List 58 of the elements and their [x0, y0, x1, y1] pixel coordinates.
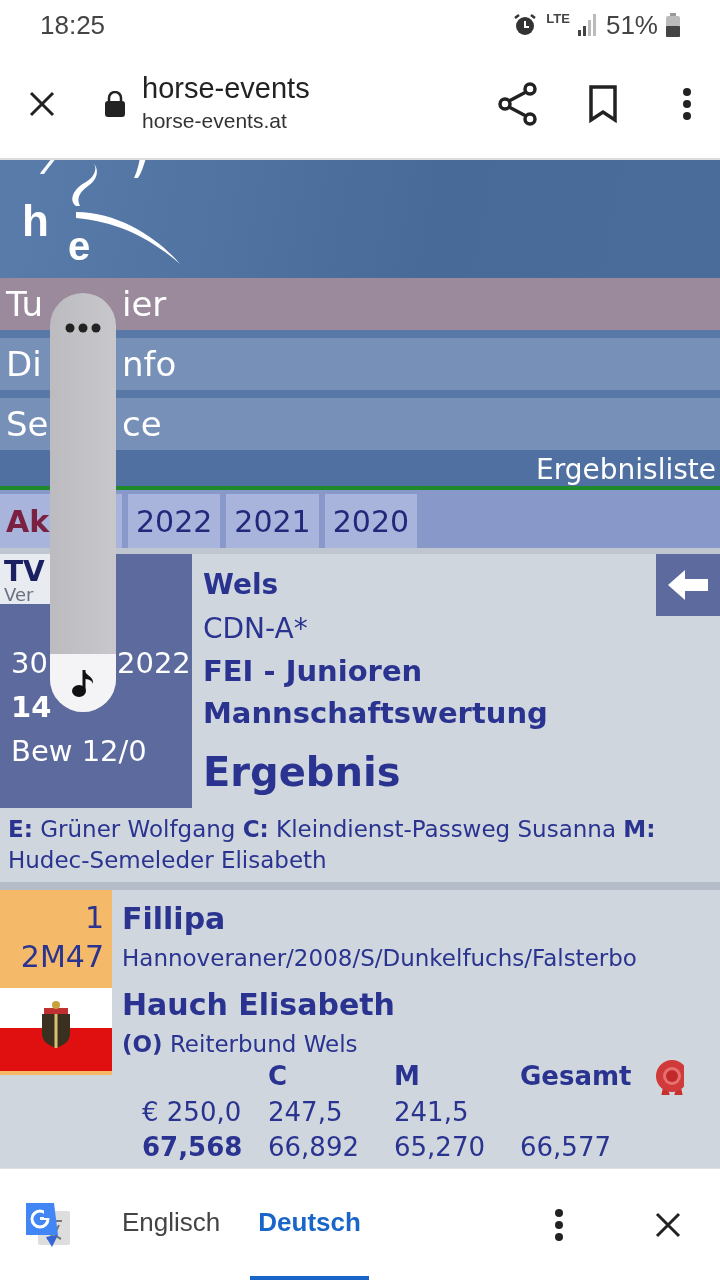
- arrow-left-icon: [668, 570, 708, 600]
- class-title: Mannschaftswertung: [203, 695, 549, 732]
- network-type: LTE: [546, 11, 570, 25]
- start-number: 2M47: [19, 938, 104, 977]
- more-icon[interactable]: [65, 323, 101, 333]
- horse-name: Fillipa: [122, 900, 227, 939]
- score-cell-text: 67,568: [142, 1131, 244, 1165]
- logo-text: TV: [4, 554, 46, 586]
- more-icon[interactable]: [682, 87, 692, 121]
- score-cell-text: 247,5: [268, 1096, 344, 1130]
- score-cell-text: € 250,0: [142, 1096, 243, 1130]
- event-place: Wels: [203, 567, 280, 603]
- year-tab[interactable]: 2020: [324, 494, 418, 548]
- breadcrumb-text: Ergebnisliste: [536, 453, 716, 486]
- column-header: C: [268, 1060, 289, 1094]
- score-cell-text: 241,5: [394, 1096, 470, 1130]
- signal-icon: [577, 14, 598, 36]
- clock-time: 18:25: [40, 8, 106, 42]
- logo-text: Ver: [4, 586, 35, 604]
- close-button[interactable]: [28, 90, 56, 118]
- page-url: horse-events.at: [142, 107, 288, 134]
- back-button[interactable]: [656, 554, 720, 616]
- judges-list: E: Grüner Wolfgang C: Kleindienst-Passweg Susanna M: Hudec-Semeleder Elisabeth: [0, 808, 720, 883]
- battery-level: 51%: [605, 8, 658, 42]
- class-title: FEI - Junioren: [203, 653, 424, 690]
- column-header: Gesamt: [520, 1060, 633, 1094]
- result-heading: Ergebnis: [203, 748, 402, 797]
- lock-icon: [104, 91, 126, 117]
- close-icon: [28, 90, 56, 118]
- horse-details: Hannoveraner/2008/S/Dunkelfuchs/Falsterbo: [122, 944, 638, 974]
- logo-text: e: [68, 224, 91, 268]
- music-note-icon: [71, 668, 95, 698]
- logo-text: h: [22, 196, 49, 245]
- year-tab[interactable]: 2021: [226, 494, 319, 548]
- rank-number: 1: [83, 899, 104, 938]
- page-title: horse-events: [142, 71, 310, 105]
- translate-icon[interactable]: [24, 1200, 72, 1249]
- entries-count: Bew 12/0: [10, 732, 148, 770]
- rider-name: Hauch Elisabeth: [122, 985, 396, 1024]
- event-time: 14: [11, 688, 52, 726]
- language-tab[interactable]: Deutsch: [250, 1168, 369, 1280]
- event-date: 30: [11, 645, 49, 682]
- share-icon[interactable]: [498, 82, 538, 126]
- language-tab[interactable]: Englisch: [114, 1168, 229, 1280]
- bookmark-icon[interactable]: [588, 85, 618, 123]
- year-tab[interactable]: 2022: [128, 494, 221, 548]
- close-icon[interactable]: [654, 1210, 682, 1239]
- rosette-icon: [654, 1059, 684, 1096]
- more-icon[interactable]: [554, 1207, 564, 1242]
- flag-icon: [0, 988, 112, 1072]
- score-cell-text: 66,892: [268, 1131, 360, 1165]
- score-cell-text: 66,577: [520, 1131, 612, 1165]
- rider-club: (O) Reiterbund Wels: [122, 1029, 359, 1059]
- score-cell-text: 65,270: [394, 1131, 486, 1165]
- event-category: CDN-A*: [203, 611, 309, 647]
- event-date: 2022: [117, 645, 191, 682]
- column-header: M: [394, 1060, 421, 1094]
- battery-icon: [666, 13, 680, 37]
